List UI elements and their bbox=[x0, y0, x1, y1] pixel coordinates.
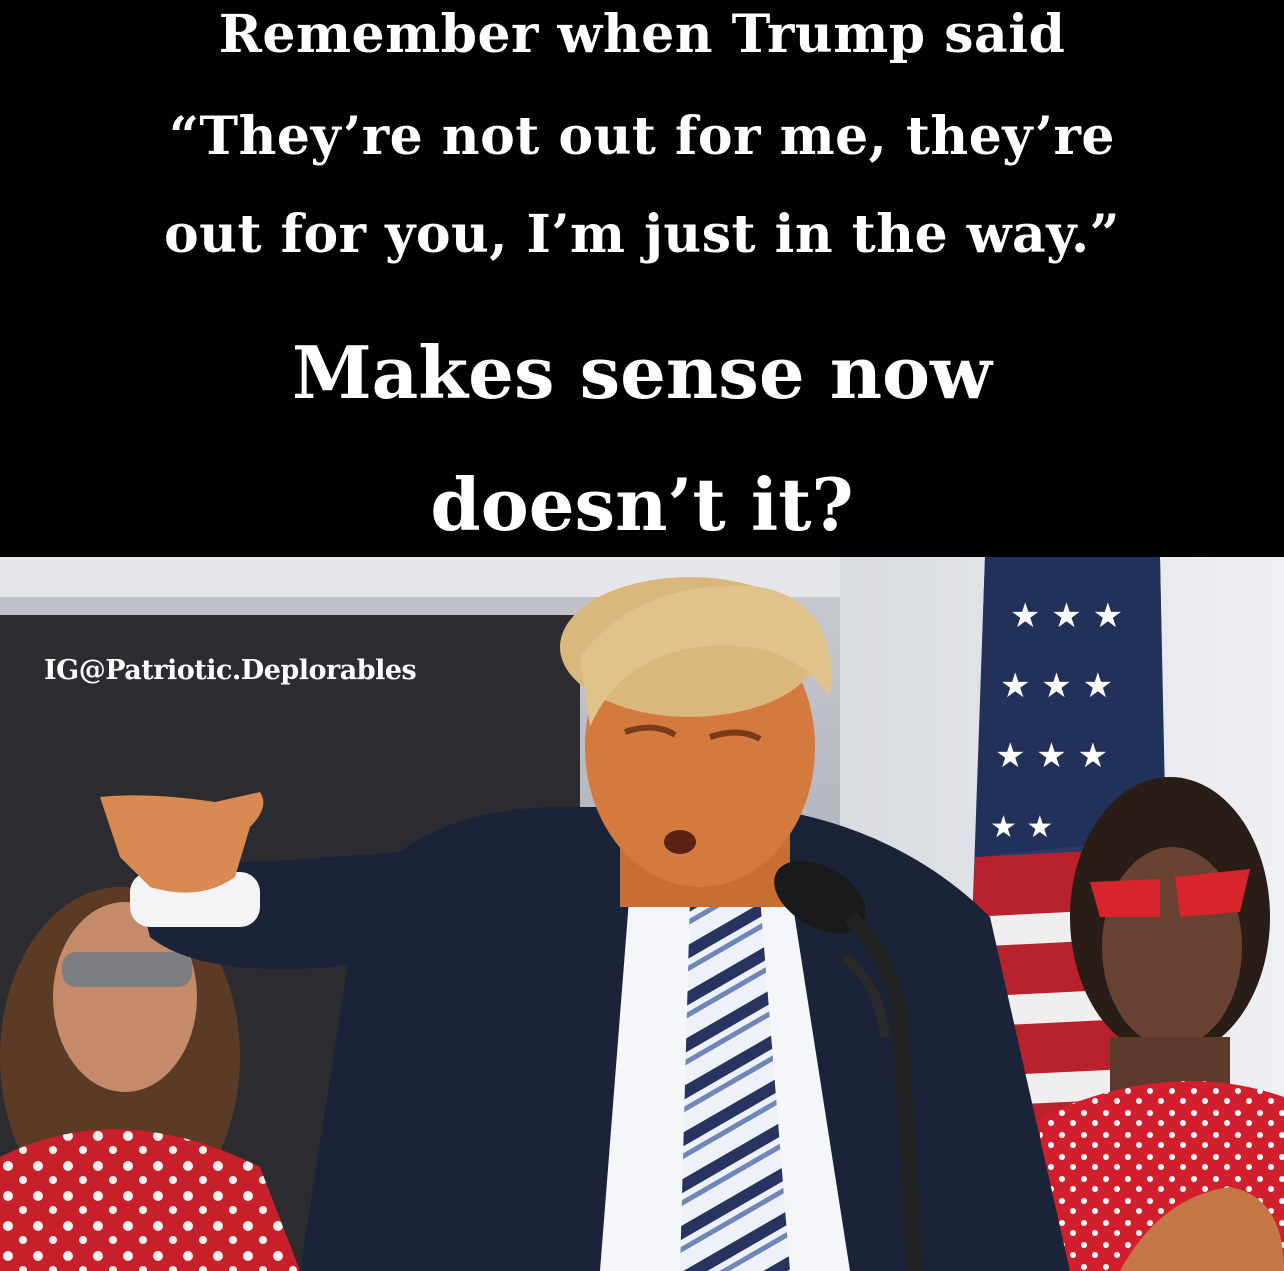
meme-image: Remember when Trump said “They’re not ou… bbox=[0, 0, 1284, 1271]
svg-text:★ ★ ★: ★ ★ ★ bbox=[1010, 596, 1123, 636]
caption-line-2: “They’re not out for me, they’re bbox=[168, 106, 1115, 167]
caption-line-4: Makes sense now bbox=[291, 330, 993, 415]
caption-line-3: out for you, I’m just in the way.” bbox=[163, 204, 1121, 265]
svg-text:★ ★ ★: ★ ★ ★ bbox=[995, 736, 1108, 776]
instagram-watermark: IG@Patriotic.Deplorables bbox=[44, 655, 417, 686]
svg-text:★ ★ ★: ★ ★ ★ bbox=[1000, 666, 1113, 706]
caption-panel: Remember when Trump said “They’re not ou… bbox=[0, 0, 1284, 557]
caption-line-1: Remember when Trump said bbox=[218, 4, 1066, 65]
caption-line-5: doesn’t it? bbox=[430, 462, 854, 547]
svg-text:★ ★: ★ ★ bbox=[990, 810, 1053, 845]
